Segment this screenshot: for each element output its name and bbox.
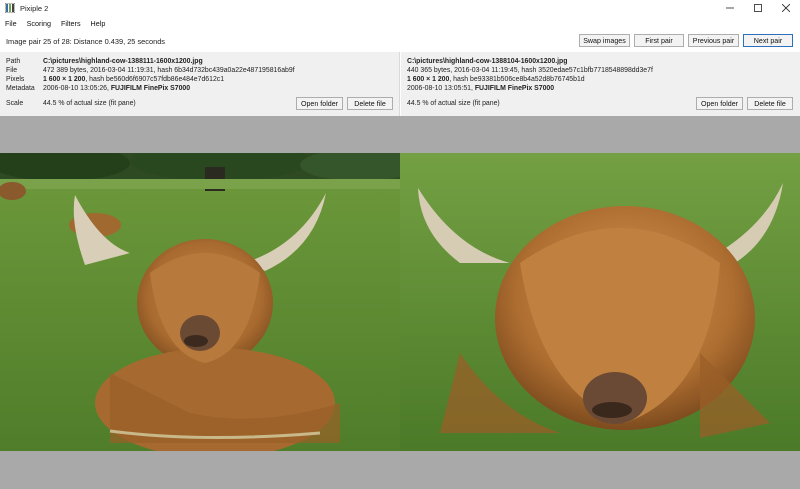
menu-help[interactable]: Help [86,19,111,28]
right-metadata-camera: FUJIFILM FinePix S7000 [474,85,555,92]
menu-bar: File Scoring Filters Help [0,16,800,30]
close-icon[interactable] [772,0,800,16]
right-image [400,153,800,451]
swap-images-button[interactable]: Swap images [579,34,630,47]
right-scale-value: 44.5 % of actual size (fit pane) [407,100,500,107]
left-pixels-hash: , hash be560d6f6907c57fdb86e484e7d612c1 [85,76,225,83]
left-metadata-row: Metadata 2006-08-10 13:05:26, FUJIFILM F… [0,84,400,93]
first-pair-button[interactable]: First pair [634,34,684,47]
left-path-value: C:\pictures\highland-cow-1388111-1600x12… [43,58,203,65]
scale-label: Scale [6,100,24,107]
right-metadata-row: 2006-08-10 13:05:51, FUJIFILM FinePix S7… [401,84,800,93]
image-area-bottom-margin [0,451,800,489]
window-title: Pixiple 2 [20,3,49,13]
right-open-folder-button[interactable]: Open folder [696,97,743,110]
right-path-row: C:\pictures\highland-cow-1388104-1600x12… [401,57,800,66]
left-file-row: File 472 389 bytes, 2016-03-04 11:19:31,… [0,66,400,75]
file-label: File [6,67,18,74]
left-image [0,153,400,451]
left-scale-value: 44.5 % of actual size (fit pane) [43,100,136,107]
left-metadata-date: 2006-08-10 13:05:26, [43,85,111,92]
next-pair-button[interactable]: Next pair [743,34,793,47]
metadata-label: Metadata [6,85,35,92]
right-pixels-row: 1 600 × 1 200, hash be93381b506ce8b4a52d… [401,75,800,84]
menu-filters[interactable]: Filters [56,19,86,28]
left-path-row: Path C:\pictures\highland-cow-1388111-16… [0,57,400,66]
left-delete-file-button[interactable]: Delete file [347,97,393,110]
right-pixels-hash: , hash be93381b506ce8b4a52d8b76745b1d [449,76,585,83]
right-delete-file-button[interactable]: Delete file [747,97,793,110]
maximize-icon[interactable] [744,0,772,16]
path-label: Path [6,58,21,65]
left-file-value: 472 389 bytes, 2016-03-04 11:19:31, hash… [43,67,295,74]
menu-file[interactable]: File [0,19,22,28]
previous-pair-button[interactable]: Previous pair [688,34,739,47]
pixels-label: Pixels [6,76,25,83]
right-file-value: 440 365 bytes, 2016-03-04 11:19:45, hash… [407,67,653,74]
title-bar: Pixiple 2 [0,0,800,16]
right-file-row: 440 365 bytes, 2016-03-04 11:19:45, hash… [401,66,800,75]
pair-status: Image pair 25 of 28: Distance 0.439, 25 … [6,36,165,46]
right-metadata-date: 2006-08-10 13:05:51, [407,85,475,92]
left-pixels-size: 1 600 × 1 200 [43,76,86,83]
minimize-icon[interactable] [716,0,744,16]
right-pixels-size: 1 600 × 1 200 [407,76,450,83]
app-icon [5,3,15,13]
left-metadata-camera: FUJIFILM FinePix S7000 [110,85,191,92]
left-open-folder-button[interactable]: Open folder [296,97,343,110]
left-pixels-row: Pixels 1 600 × 1 200, hash be560d6f6907c… [0,75,400,84]
menu-scoring[interactable]: Scoring [22,19,56,28]
right-path-value: C:\pictures\highland-cow-1388104-1600x12… [407,58,568,65]
image-area-top-margin [0,116,800,153]
